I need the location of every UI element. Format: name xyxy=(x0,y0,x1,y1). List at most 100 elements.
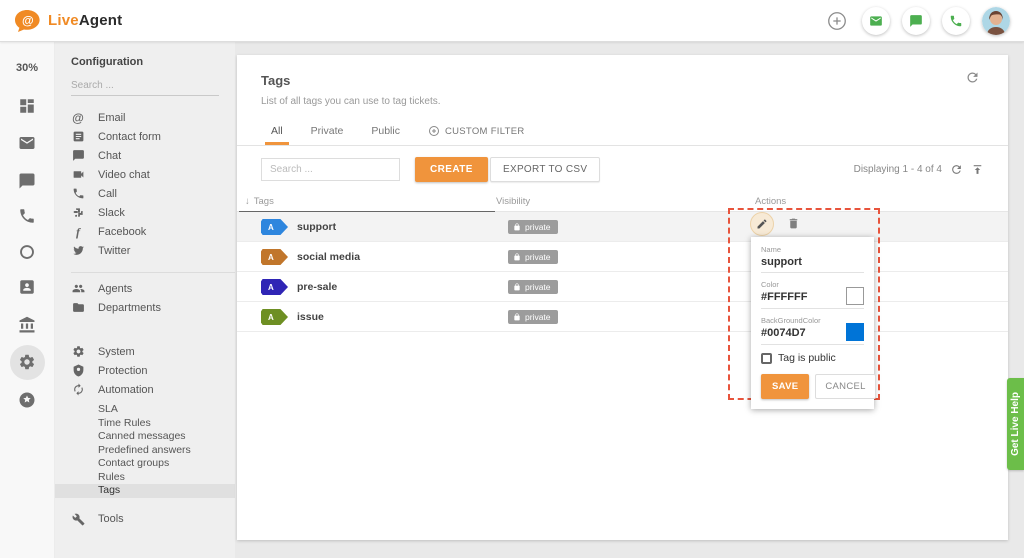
sidebar-item-slack[interactable]: Slack xyxy=(55,203,235,222)
top-bar: @ LiveAgent xyxy=(0,0,1024,42)
table-row-issue[interactable]: A issue private xyxy=(237,302,1008,332)
cancel-button[interactable]: CANCEL xyxy=(815,374,875,399)
contacts-icon[interactable] xyxy=(0,278,54,296)
chat-icon xyxy=(909,14,923,28)
color-field[interactable]: #FFFFFF xyxy=(761,291,846,307)
system-menu: System Protection Automation xyxy=(55,342,235,399)
usage-percent: 30% xyxy=(0,62,54,74)
sidebar-item-rules[interactable]: Rules xyxy=(55,471,235,485)
rewards-icon[interactable] xyxy=(0,391,54,409)
pencil-icon xyxy=(756,218,768,230)
tag-chip: A xyxy=(261,309,288,325)
sidebar-title: Configuration xyxy=(55,56,235,70)
sidebar-item-predefined-answers[interactable]: Predefined answers xyxy=(55,444,235,458)
settings-icon[interactable] xyxy=(0,353,54,371)
save-button[interactable]: SAVE xyxy=(761,374,809,399)
channel-menu: @ Email Contact form Chat Video chat Cal… xyxy=(55,108,235,260)
sidebar-item-protection[interactable]: Protection xyxy=(55,361,235,380)
sidebar-item-facebook[interactable]: f Facebook xyxy=(55,222,235,241)
name-label: Name xyxy=(761,245,864,254)
sidebar-item-twitter[interactable]: Twitter xyxy=(55,241,235,260)
refresh-list-icon[interactable] xyxy=(950,163,963,176)
sidebar-item-time-rules[interactable]: Time Rules xyxy=(55,417,235,431)
tag-name: pre-sale xyxy=(297,281,337,293)
column-tags[interactable]: ↓ Tags xyxy=(245,196,274,207)
tab-private[interactable]: Private xyxy=(297,117,358,145)
slack-icon xyxy=(71,206,85,220)
table-row-pre-sale[interactable]: A pre-sale private xyxy=(237,272,1008,302)
new-email-button[interactable] xyxy=(862,7,890,35)
edit-tag-popup: Name support Color #FFFFFF BackGroundCol… xyxy=(751,237,874,409)
new-call-button[interactable] xyxy=(942,7,970,35)
sidebar-item-sla[interactable]: SLA xyxy=(55,403,235,417)
sidebar-item-chat[interactable]: Chat xyxy=(55,146,235,165)
form-icon xyxy=(71,130,85,144)
tag-chip: A xyxy=(261,219,288,235)
sidebar-item-canned-messages[interactable]: Canned messages xyxy=(55,430,235,444)
dashboard-icon[interactable] xyxy=(0,97,54,115)
online-visitors-icon[interactable] xyxy=(0,243,54,261)
name-field[interactable]: support xyxy=(761,256,864,273)
add-circle-icon[interactable] xyxy=(824,8,850,34)
collapse-top-icon[interactable] xyxy=(971,163,984,176)
background-color-swatch[interactable] xyxy=(846,323,864,341)
tag-name: issue xyxy=(297,311,324,323)
user-avatar[interactable] xyxy=(982,7,1010,35)
tag-chip: A xyxy=(261,279,288,295)
refresh-icon[interactable] xyxy=(964,70,980,86)
sidebar-item-agents[interactable]: Agents xyxy=(55,279,235,298)
sidebar-search-input[interactable] xyxy=(71,76,219,96)
column-visibility[interactable]: Visibility xyxy=(496,196,530,207)
sidebar-item-tools[interactable]: Tools xyxy=(55,510,235,529)
svg-text:@: @ xyxy=(22,13,34,27)
export-csv-button[interactable]: EXPORT TO CSV xyxy=(490,157,600,182)
custom-filter-button[interactable]: CUSTOM FILTER xyxy=(414,117,539,145)
sidebar-item-system[interactable]: System xyxy=(55,342,235,361)
sidebar-item-tags[interactable]: Tags xyxy=(55,484,235,498)
logo-bubble-icon: @ xyxy=(14,9,41,33)
displaying-text: Displaying 1 - 4 of 4 xyxy=(854,164,942,175)
tags-table: A support private A social media private xyxy=(237,212,1008,332)
sidebar-item-contact-form[interactable]: Contact form xyxy=(55,127,235,146)
color-swatch[interactable] xyxy=(846,287,864,305)
tickets-email-icon[interactable] xyxy=(0,134,54,152)
sidebar-item-video-chat[interactable]: Video chat xyxy=(55,165,235,184)
gear-icon xyxy=(71,345,85,359)
tab-all[interactable]: All xyxy=(257,117,297,145)
new-chat-button[interactable] xyxy=(902,7,930,35)
academy-icon[interactable] xyxy=(0,316,54,334)
chats-icon[interactable] xyxy=(0,172,54,190)
background-color-field[interactable]: #0074D7 xyxy=(761,327,846,343)
tag-public-checkbox[interactable]: Tag is public xyxy=(761,352,864,364)
table-row-support[interactable]: A support private xyxy=(237,212,1008,242)
sidebar-item-email[interactable]: @ Email xyxy=(55,108,235,127)
table-row-social-media[interactable]: A social media private xyxy=(237,242,1008,272)
sidebar-item-call[interactable]: Call xyxy=(55,184,235,203)
brand-name: LiveAgent xyxy=(48,12,122,29)
sidebar-item-departments[interactable]: Departments xyxy=(55,298,235,317)
create-button[interactable]: CREATE xyxy=(415,157,488,182)
main-content: Tags List of all tags you can use to tag… xyxy=(235,42,1024,558)
tab-public[interactable]: Public xyxy=(357,117,414,145)
brand-live: Live xyxy=(48,12,79,29)
sidebar-item-contact-groups[interactable]: Contact groups xyxy=(55,457,235,471)
edit-tag-button[interactable] xyxy=(750,212,774,236)
get-live-help-button[interactable]: Get Live Help xyxy=(1007,378,1024,470)
videocam-icon xyxy=(71,168,85,182)
tags-card: Tags List of all tags you can use to tag… xyxy=(237,55,1008,540)
tag-name: social media xyxy=(297,251,360,263)
delete-tag-button[interactable] xyxy=(786,217,800,231)
table-toolbar: CREATE EXPORT TO CSV Displaying 1 - 4 of… xyxy=(237,146,1008,195)
visibility-badge: private xyxy=(508,280,558,294)
calls-icon[interactable] xyxy=(0,207,54,225)
trash-icon xyxy=(787,217,800,230)
configuration-sidebar: Configuration @ Email Contact form Chat … xyxy=(55,42,235,558)
facebook-icon: f xyxy=(71,225,85,239)
plus-circle-icon xyxy=(428,125,440,137)
automation-submenu: SLA Time Rules Canned messages Predefine… xyxy=(55,403,235,498)
chat-icon xyxy=(71,149,85,163)
search-input[interactable] xyxy=(261,158,400,181)
sidebar-item-automation[interactable]: Automation xyxy=(55,380,235,399)
tools-menu: Tools xyxy=(55,510,235,529)
email-icon xyxy=(869,14,883,28)
